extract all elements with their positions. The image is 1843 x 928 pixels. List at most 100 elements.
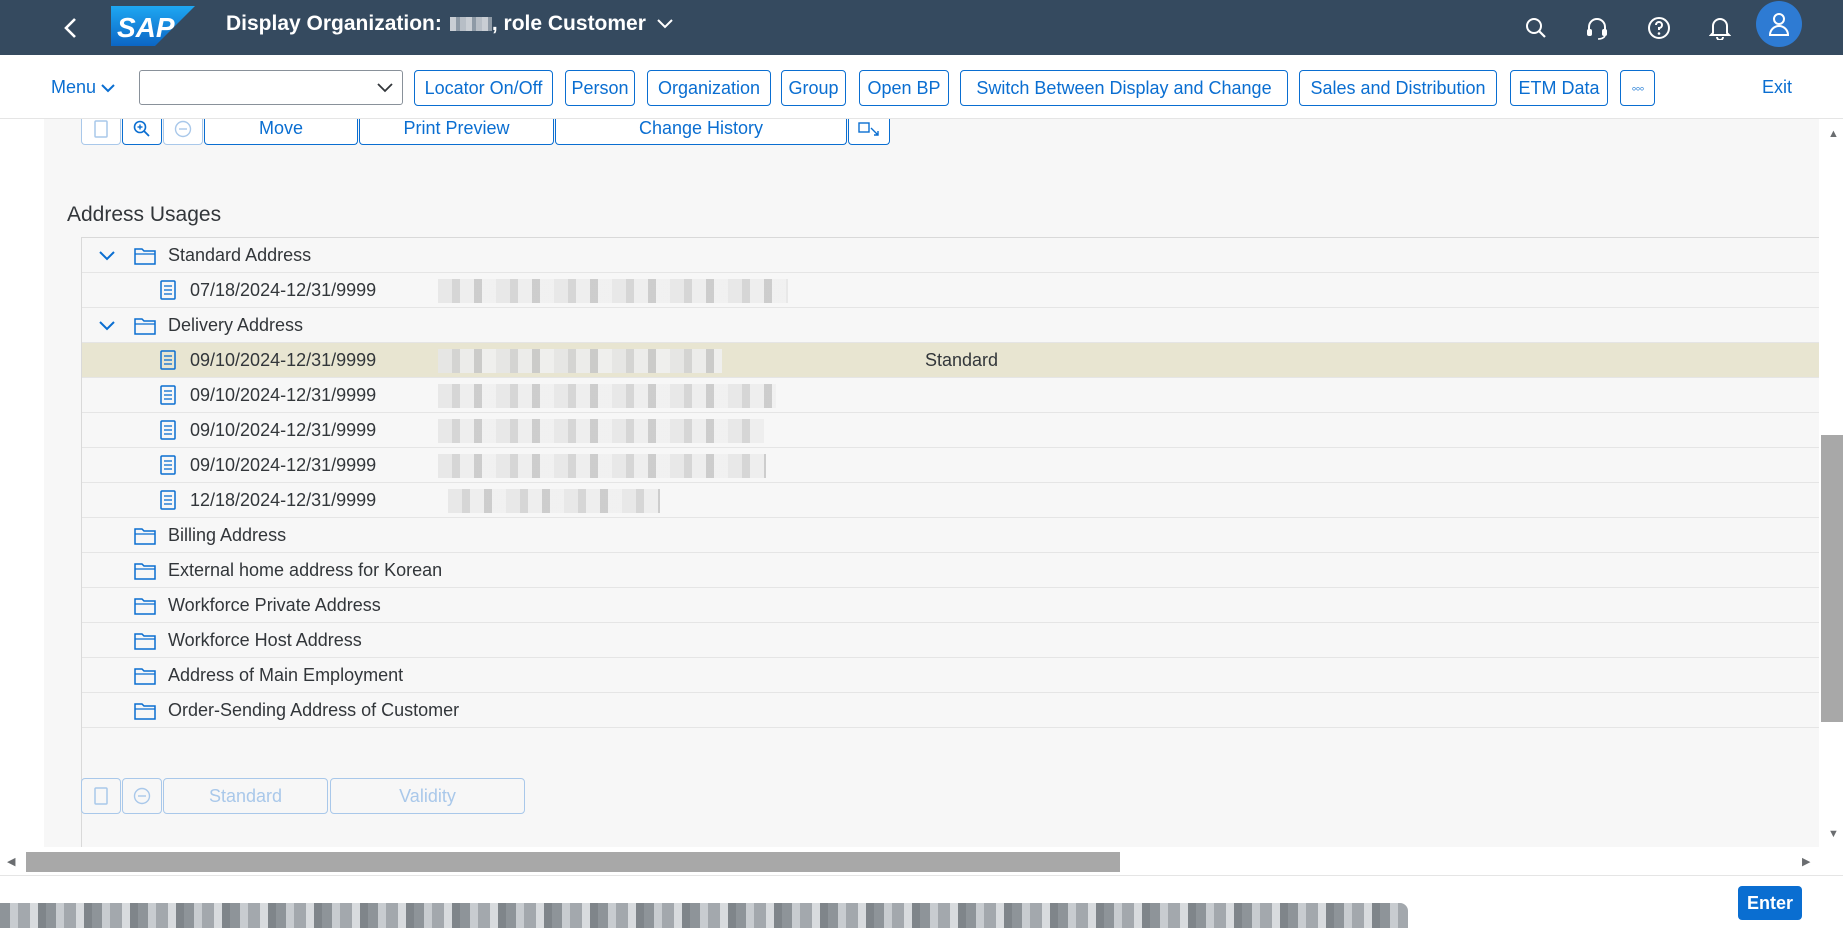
standard-button[interactable]: Standard <box>163 778 328 814</box>
search-icon <box>1526 18 1546 38</box>
notification-icon <box>1709 18 1731 40</box>
redacted-address <box>448 489 660 513</box>
page-title[interactable]: Display Organization: , role Customer <box>226 12 674 36</box>
sales-distribution-button[interactable]: Sales and Distribution <box>1299 70 1497 106</box>
document-icon <box>160 455 176 475</box>
menu-label: Menu <box>51 77 97 97</box>
tree-leaf-address[interactable]: 09/10/2024-12/31/9999 <box>82 378 1819 413</box>
document-icon <box>94 787 108 805</box>
zoom-button[interactable] <box>122 119 162 145</box>
chevron-down-icon[interactable] <box>98 247 116 265</box>
minus-circle-icon <box>133 787 151 805</box>
document-icon <box>160 280 176 300</box>
redacted-address <box>438 454 766 478</box>
enter-button[interactable]: Enter <box>1738 886 1802 920</box>
folder-icon <box>134 528 156 545</box>
person-button[interactable]: Person <box>565 70 635 106</box>
validity-period: 09/10/2024-12/31/9999 <box>190 350 377 370</box>
etm-data-button[interactable]: ETM Data <box>1510 70 1608 106</box>
tree-node-workforce-private-address[interactable]: Workforce Private Address <box>82 588 1819 623</box>
folder-icon <box>134 598 156 615</box>
address-usage-tree: Standard Address 07/18/2024-12/31/9999 D… <box>81 238 1819 847</box>
document-icon <box>160 350 176 370</box>
scroll-right-icon[interactable]: ▶ <box>1802 855 1810 868</box>
help-icon <box>1648 17 1670 39</box>
title-suffix: , role Customer <box>491 12 646 35</box>
chevron-down-icon[interactable] <box>98 317 116 335</box>
move-button[interactable]: Move <box>204 119 358 145</box>
main-content: Move Print Preview Change History Addres… <box>44 119 1819 847</box>
vertical-scrollbar-thumb[interactable] <box>1821 435 1843 722</box>
tree-leaf-address[interactable]: 12/18/2024-12/31/9999 <box>82 483 1819 518</box>
tree-node-label: External home address for Korean <box>168 560 443 580</box>
help-button[interactable] <box>1640 9 1678 47</box>
redacted-address <box>438 279 788 303</box>
sap-logo[interactable]: SAP <box>111 6 195 46</box>
notifications-button[interactable] <box>1701 9 1739 47</box>
validity-period: 07/18/2024-12/31/9999 <box>190 280 377 300</box>
tree-node-billing-address[interactable]: Billing Address <box>82 518 1819 553</box>
horizontal-scrollbar-thumb[interactable] <box>26 852 1120 872</box>
user-icon <box>1768 13 1790 36</box>
delete-button[interactable] <box>163 119 203 145</box>
create-button[interactable] <box>81 119 121 145</box>
folder-icon <box>134 633 156 650</box>
export-button[interactable] <box>848 119 890 145</box>
scroll-up-icon[interactable]: ▲ <box>1828 128 1839 140</box>
tree-leaf-address[interactable]: 09/10/2024-12/31/9999 <box>82 413 1819 448</box>
redacted-address <box>438 384 776 408</box>
chevron-down-icon <box>101 83 115 92</box>
group-button[interactable]: Group <box>781 70 846 106</box>
tree-node-delivery-address[interactable]: Delivery Address <box>82 308 1819 343</box>
tree-leaf-address[interactable]: 09/10/2024-12/31/9999 <box>82 448 1819 483</box>
scroll-left-icon[interactable]: ◀ <box>7 855 15 868</box>
chevron-down-icon[interactable] <box>376 79 394 95</box>
redacted-org-id <box>449 17 492 31</box>
user-avatar[interactable] <box>1756 1 1802 47</box>
validity-period: 09/10/2024-12/31/9999 <box>190 385 377 405</box>
export-icon <box>858 121 879 136</box>
open-bp-button[interactable]: Open BP <box>859 70 949 106</box>
document-icon <box>160 490 176 510</box>
locator-toggle-button[interactable]: Locator On/Off <box>414 70 553 106</box>
headset-icon <box>1587 18 1607 40</box>
folder-icon <box>134 318 156 335</box>
print-preview-button[interactable]: Print Preview <box>359 119 554 145</box>
zoom-in-icon <box>133 120 150 137</box>
folder-icon <box>134 668 156 685</box>
tree-leaf-address[interactable]: 09/10/2024-12/31/9999 Standard <box>82 343 1819 378</box>
organization-button[interactable]: Organization <box>647 70 771 106</box>
tree-node-standard-address[interactable]: Standard Address <box>82 238 1819 273</box>
create-bottom-button[interactable] <box>81 778 121 814</box>
document-icon <box>94 119 108 138</box>
scroll-down-icon[interactable]: ▼ <box>1828 828 1839 840</box>
search-button[interactable] <box>1517 9 1555 47</box>
document-icon <box>160 385 176 405</box>
support-button[interactable] <box>1578 9 1616 47</box>
chevron-down-icon <box>657 19 673 29</box>
tree-leaf-address[interactable]: 07/18/2024-12/31/9999 <box>82 273 1819 308</box>
validity-period: 12/18/2024-12/31/9999 <box>190 490 377 510</box>
back-button[interactable] <box>52 10 88 46</box>
validity-button[interactable]: Validity <box>330 778 525 814</box>
app-toolbar: Menu Locator On/Off Person Organization … <box>0 55 1843 119</box>
tree-node-label: Workforce Private Address <box>168 595 381 615</box>
menu-button[interactable]: Menu <box>51 77 116 98</box>
redacted-status-bar <box>0 903 1408 928</box>
tree-node-external-home-address[interactable]: External home address for Korean <box>82 553 1819 588</box>
tree-node-order-sending-address[interactable]: Order-Sending Address of Customer <box>82 693 1819 728</box>
switch-display-change-button[interactable]: Switch Between Display and Change <box>960 70 1288 106</box>
validity-period: 09/10/2024-12/31/9999 <box>190 455 377 475</box>
exit-button[interactable]: Exit <box>1762 77 1792 98</box>
more-button[interactable]: ◦◦◦ <box>1620 70 1655 106</box>
minus-circle-icon <box>174 120 192 137</box>
command-field[interactable] <box>139 70 403 105</box>
tree-node-label: Billing Address <box>168 525 287 545</box>
tree-node-workforce-host-address[interactable]: Workforce Host Address <box>82 623 1819 658</box>
tree-node-main-employment-address[interactable]: Address of Main Employment <box>82 658 1819 693</box>
title-prefix: Display Organization: <box>226 12 442 35</box>
folder-icon <box>134 248 156 265</box>
change-history-button[interactable]: Change History <box>555 119 847 145</box>
folder-icon <box>134 703 156 720</box>
delete-bottom-button[interactable] <box>122 778 162 814</box>
